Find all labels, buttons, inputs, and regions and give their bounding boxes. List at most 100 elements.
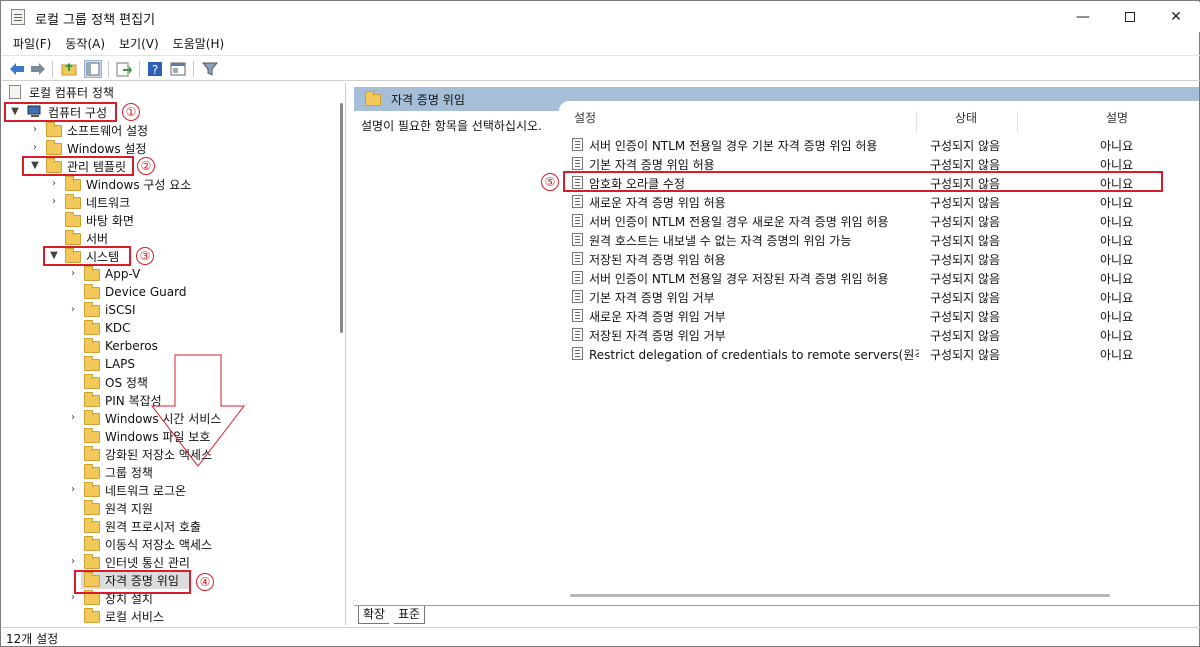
- status-bar: 12개 설정: [2, 627, 1200, 647]
- chevron-right-icon[interactable]: ›: [67, 304, 79, 316]
- scrollbar-thumb[interactable]: [340, 103, 343, 333]
- tree-item-system-child[interactable]: 로컬 서비스: [3, 607, 333, 625]
- tree-label: Kerberos: [105, 339, 158, 353]
- tree-item-software-settings[interactable]: › 소프트웨어 설정: [3, 121, 333, 139]
- tree-item-system-child[interactable]: KDC: [3, 319, 333, 337]
- tree-label: 그룹 정책: [105, 465, 153, 480]
- chevron-right-icon[interactable]: ›: [67, 556, 79, 568]
- chevron-right-icon[interactable]: ›: [29, 124, 41, 136]
- policy-setting-icon: [572, 195, 583, 208]
- tree-item-system-child[interactable]: Kerberos: [3, 337, 333, 355]
- column-header-setting[interactable]: 설정: [574, 109, 596, 127]
- folder-icon: [84, 320, 100, 335]
- setting-name: 서버 인증이 NTLM 전용일 경우 새로운 자격 증명 위임 허용: [589, 215, 889, 229]
- export-list-icon[interactable]: [115, 60, 133, 78]
- tree-item-system-child[interactable]: › 네트워크 로그온: [3, 481, 333, 499]
- setting-comment: 아니요: [1100, 291, 1134, 305]
- table-row[interactable]: 서버 인증이 NTLM 전용일 경우 기본 자격 증명 위임 허용 구성되지 않…: [559, 135, 1199, 154]
- table-row[interactable]: 새로운 자격 증명 위임 거부 구성되지 않음 아니요: [559, 306, 1199, 325]
- properties-icon[interactable]: [169, 60, 187, 78]
- menu-help[interactable]: 도움말(H): [166, 35, 232, 52]
- folder-icon: [84, 266, 100, 281]
- setting-comment: 아니요: [1100, 234, 1134, 248]
- filter-icon[interactable]: [201, 60, 219, 78]
- tree-item-system-child[interactable]: › 인터넷 통신 관리: [3, 553, 333, 571]
- tree-item-system-child[interactable]: › iSCSI: [3, 301, 333, 319]
- title-bar: 로컬 그룹 정책 편집기 — ✕: [2, 2, 1200, 32]
- policy-setting-icon: [572, 233, 583, 246]
- tree-item-desktop[interactable]: 바탕 화면: [3, 211, 333, 229]
- chevron-right-icon[interactable]: ›: [67, 268, 79, 280]
- tree-item-system-child[interactable]: › App-V: [3, 265, 333, 283]
- setting-state: 구성되지 않음: [930, 272, 1001, 286]
- column-header-state[interactable]: 상태: [955, 109, 977, 127]
- setting-comment: 아니요: [1100, 348, 1134, 362]
- table-row[interactable]: 저장된 자격 증명 위임 거부 구성되지 않음 아니요: [559, 325, 1199, 344]
- table-row[interactable]: 저장된 자격 증명 위임 허용 구성되지 않음 아니요: [559, 249, 1199, 268]
- menu-file[interactable]: 파일(F): [6, 35, 58, 52]
- chevron-right-icon[interactable]: ›: [48, 178, 60, 190]
- tree-item-system-child[interactable]: Device Guard: [3, 283, 333, 301]
- tab-extended[interactable]: 확장: [358, 606, 390, 624]
- tree-item-system-child[interactable]: 원격 지원: [3, 499, 333, 517]
- toolbar-separator: [193, 61, 194, 77]
- minimize-button[interactable]: —: [1060, 2, 1106, 32]
- description-pane: 설명이 필요한 항목을 선택하십시오.: [354, 111, 566, 605]
- menu-bar: 파일(F) 동작(A) 보기(V) 도움말(H): [2, 32, 1200, 54]
- policy-setting-icon: [572, 309, 583, 322]
- table-row[interactable]: Restrict delegation of credentials to re…: [559, 344, 1199, 363]
- table-row[interactable]: 원격 호스트는 내보낼 수 없는 자격 증명의 위임 가능 구성되지 않음 아니…: [559, 230, 1199, 249]
- column-divider[interactable]: [1017, 111, 1018, 133]
- help-icon[interactable]: ?: [146, 60, 164, 78]
- menu-action[interactable]: 동작(A): [58, 35, 112, 52]
- tree-item-server[interactable]: 서버: [3, 229, 333, 247]
- tree-label: 원격 지원: [105, 501, 153, 516]
- folder-icon: [46, 140, 62, 155]
- tree-item-windows-components[interactable]: › Windows 구성 요소: [3, 175, 333, 193]
- scrollbar-thumb[interactable]: [570, 594, 1110, 597]
- setting-state: 구성되지 않음: [930, 310, 1001, 324]
- show-hide-tree-icon[interactable]: [84, 60, 102, 78]
- forward-arrow-icon[interactable]: [29, 60, 47, 78]
- policy-setting-icon: [572, 138, 583, 151]
- tree-label: 로컬 서비스: [105, 609, 165, 624]
- chevron-right-icon[interactable]: ›: [29, 142, 41, 154]
- column-header-comment[interactable]: 설명: [1106, 109, 1128, 127]
- setting-name: 서버 인증이 NTLM 전용일 경우 저장된 자격 증명 위임 허용: [589, 272, 889, 286]
- setting-state: 구성되지 않음: [930, 291, 1001, 305]
- chevron-right-icon[interactable]: ›: [48, 196, 60, 208]
- tree-item-system-child[interactable]: 이동식 저장소 액세스: [3, 535, 333, 553]
- folder-icon: [84, 410, 100, 425]
- folder-icon: [84, 356, 100, 371]
- tab-standard[interactable]: 표준: [394, 606, 426, 624]
- folder-icon: [84, 536, 100, 551]
- horizontal-scrollbar[interactable]: [570, 591, 1194, 600]
- maximize-button[interactable]: [1107, 2, 1153, 32]
- column-divider[interactable]: [916, 111, 917, 133]
- setting-comment: 아니요: [1100, 196, 1134, 210]
- policy-setting-icon: [572, 271, 583, 284]
- chevron-right-icon[interactable]: ›: [67, 484, 79, 496]
- table-row[interactable]: 서버 인증이 NTLM 전용일 경우 저장된 자격 증명 위임 허용 구성되지 …: [559, 268, 1199, 287]
- tree-item-system-child[interactable]: 원격 프로시저 호출: [3, 517, 333, 535]
- menu-view[interactable]: 보기(V): [112, 35, 166, 52]
- tree-item-network[interactable]: › 네트워크: [3, 193, 333, 211]
- close-button[interactable]: ✕: [1153, 2, 1199, 32]
- table-row[interactable]: 기본 자격 증명 위임 거부 구성되지 않음 아니요: [559, 287, 1199, 306]
- tree-label: App-V: [105, 267, 141, 281]
- tree-scrollbar[interactable]: [337, 83, 346, 625]
- tree-item-windows-settings[interactable]: › Windows 설정: [3, 139, 333, 157]
- folder-icon: [65, 212, 81, 227]
- folder-icon: [84, 284, 100, 299]
- up-folder-icon[interactable]: [60, 60, 78, 78]
- chevron-right-icon[interactable]: ›: [67, 412, 79, 424]
- table-row[interactable]: 서버 인증이 NTLM 전용일 경우 새로운 자격 증명 위임 허용 구성되지 …: [559, 211, 1199, 230]
- svg-text:?: ?: [152, 63, 158, 77]
- down-arrow-annotation: [151, 354, 246, 467]
- back-arrow-icon[interactable]: [8, 60, 26, 78]
- toolbar-separator: [52, 61, 53, 77]
- tree-label: Device Guard: [105, 285, 187, 299]
- tree-root[interactable]: 로컬 컴퓨터 정책: [3, 83, 333, 101]
- policy-setting-icon: [572, 157, 583, 170]
- table-row[interactable]: 새로운 자격 증명 위임 허용 구성되지 않음 아니요: [559, 192, 1199, 211]
